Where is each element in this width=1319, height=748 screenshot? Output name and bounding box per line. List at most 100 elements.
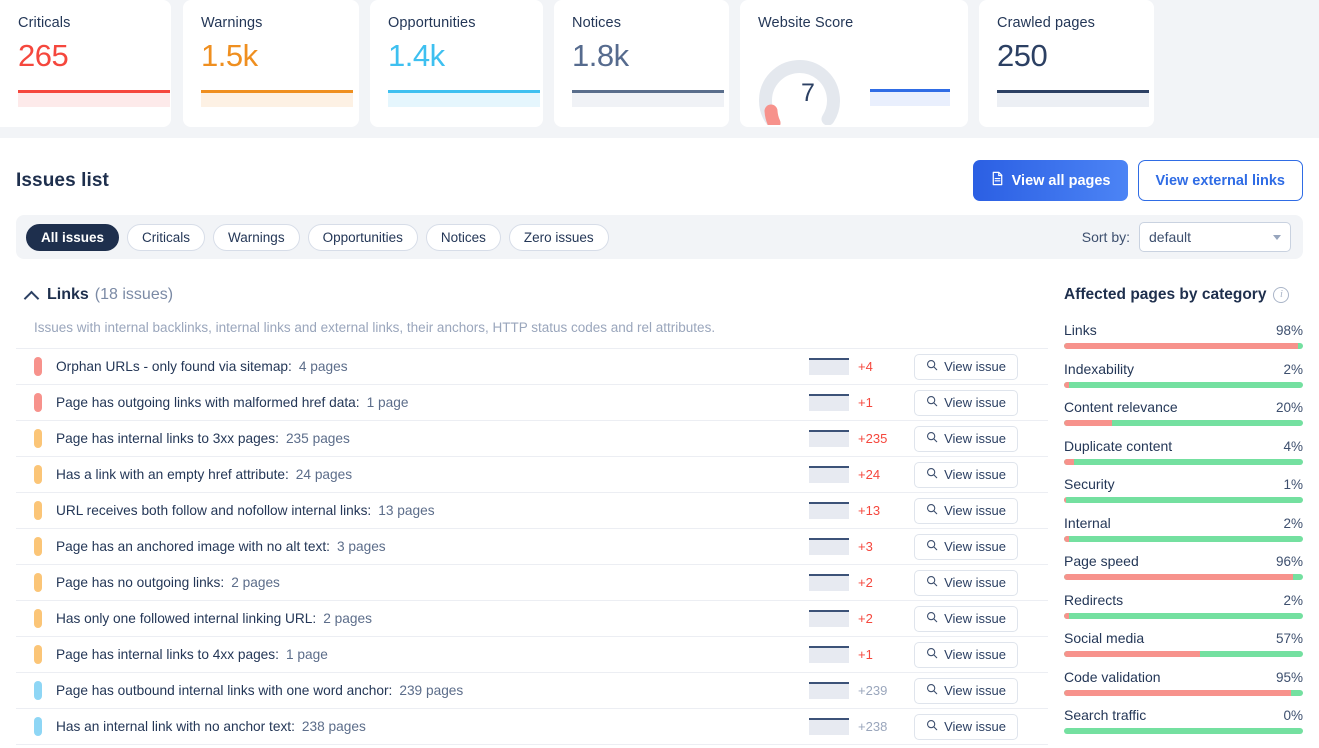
issue-label: Page has no outgoing links: xyxy=(56,575,225,590)
view-issue-button[interactable]: View issue xyxy=(914,425,1019,452)
table-row[interactable]: Has a link with an empty href attribute:… xyxy=(16,457,1049,493)
category-item: Content relevance 20% xyxy=(1064,399,1303,426)
view-issue-button[interactable]: View issue xyxy=(914,461,1019,488)
search-icon xyxy=(926,575,938,590)
severity-marker-warn xyxy=(34,609,42,628)
table-row[interactable]: URL receives both follow and nofollow in… xyxy=(16,493,1049,529)
search-icon xyxy=(926,611,938,626)
view-issue-label: View issue xyxy=(944,395,1006,410)
category-item: Internal 2% xyxy=(1064,515,1303,542)
view-external-links-button[interactable]: View external links xyxy=(1137,160,1303,201)
issue-page-count: 2 pages xyxy=(231,575,280,590)
category-item: Security 1% xyxy=(1064,476,1303,503)
table-row[interactable]: Page has internal links to 3xx pages: 235… xyxy=(16,421,1049,457)
category-percent: 98% xyxy=(1275,323,1303,338)
category-percent: 0% xyxy=(1283,708,1303,723)
metric-title: Crawled pages xyxy=(997,15,1096,31)
issue-sparkline xyxy=(809,610,850,627)
category-bar-fill xyxy=(1064,420,1112,426)
issue-label: Page has internal links to 4xx pages: xyxy=(56,647,279,662)
filter-pill-opportunities[interactable]: Opportunities xyxy=(307,223,418,251)
panel-header: Issues list View all pages View external… xyxy=(16,138,1303,215)
view-issue-button[interactable]: View issue xyxy=(914,353,1019,380)
view-issue-label: View issue xyxy=(944,359,1006,374)
view-issue-button[interactable]: View issue xyxy=(914,533,1019,560)
category-row: Links 98% xyxy=(1064,322,1303,338)
filter-pill-notices[interactable]: Notices xyxy=(425,223,501,251)
sparkline-criticals xyxy=(18,90,170,107)
issue-label: Has an internal link with no anchor text… xyxy=(56,719,295,734)
issue-label: Orphan URLs - only found via sitemap: xyxy=(56,359,292,374)
category-percent: 2% xyxy=(1283,515,1303,531)
sort-by-select[interactable]: default xyxy=(1139,222,1291,252)
view-issue-button[interactable]: View issue xyxy=(914,569,1019,596)
severity-marker-crit xyxy=(34,393,42,412)
view-all-pages-button[interactable]: View all pages xyxy=(972,160,1128,201)
table-row[interactable]: Page has internal links to 4xx pages: 1 p… xyxy=(16,637,1049,673)
issue-page-count: 239 pages xyxy=(399,683,464,698)
view-issue-button[interactable]: View issue xyxy=(914,713,1019,740)
metric-card-opportunities[interactable]: Opportunities 1.4k xyxy=(370,0,543,127)
view-issue-button[interactable]: View issue xyxy=(914,389,1019,416)
filter-pill-zero-issues[interactable]: Zero issues xyxy=(508,223,609,251)
table-row[interactable]: Page has an anchored image with no alt t… xyxy=(16,529,1049,565)
table-row[interactable]: Has only one followed internal linking U… xyxy=(16,601,1049,637)
sort-controls: Sort by: default xyxy=(1082,222,1291,252)
category-bar xyxy=(1064,689,1303,696)
severity-marker-crit xyxy=(34,357,42,376)
metric-card-crawled-pages[interactable]: Crawled pages 250 xyxy=(979,0,1154,127)
issue-page-count: 2 pages xyxy=(323,611,372,626)
view-issue-label: View issue xyxy=(944,467,1006,482)
view-issue-button[interactable]: View issue xyxy=(914,641,1019,668)
metric-value: 1.4k xyxy=(388,38,445,73)
category-bar xyxy=(1064,728,1303,734)
category-bar-fill xyxy=(1064,612,1069,619)
category-item: Page speed 96% xyxy=(1064,553,1303,580)
view-issue-button[interactable]: View issue xyxy=(914,605,1019,632)
section-header-links[interactable]: Links (18 issues) xyxy=(16,259,1048,304)
severity-marker-warn xyxy=(34,429,42,448)
category-bar-fill xyxy=(1064,574,1294,580)
view-issue-label: View issue xyxy=(944,575,1006,590)
table-row[interactable]: Has an internal link with no anchor text… xyxy=(16,709,1049,745)
issue-sparkline xyxy=(809,394,850,411)
category-percent: 96% xyxy=(1275,554,1303,569)
issue-sparkline xyxy=(809,646,850,663)
sparkline-website-score xyxy=(870,89,950,106)
view-issue-button[interactable]: View issue xyxy=(914,497,1019,524)
category-bar-fill xyxy=(1064,458,1074,465)
issue-page-count: 1 page xyxy=(285,647,328,662)
category-item: Social media 57% xyxy=(1064,630,1303,657)
filter-pill-all-issues[interactable]: All issues xyxy=(26,223,120,251)
view-issue-button[interactable]: View issue xyxy=(914,677,1019,704)
table-row[interactable]: Page has outgoing links with malformed h… xyxy=(16,385,1049,421)
filter-pill-criticals[interactable]: Criticals xyxy=(127,223,206,251)
category-bar-fill xyxy=(1064,343,1299,349)
category-row: Page speed 96% xyxy=(1064,553,1303,569)
search-icon xyxy=(926,503,938,518)
category-name: Page speed xyxy=(1064,553,1139,569)
metric-card-website-score[interactable]: Website Score 7 xyxy=(740,0,968,130)
category-bar xyxy=(1064,651,1303,657)
category-bar-fill xyxy=(1064,497,1067,503)
filter-pill-warnings[interactable]: Warnings xyxy=(213,223,300,251)
metric-card-criticals[interactable]: Criticals 265 xyxy=(0,0,171,127)
chevron-up-icon[interactable] xyxy=(25,289,38,302)
category-bar xyxy=(1064,458,1303,465)
table-row[interactable]: Page has outbound internal links with on… xyxy=(16,673,1049,709)
category-row: Duplicate content 4% xyxy=(1064,438,1303,454)
metric-card-warnings[interactable]: Warnings 1.5k xyxy=(183,0,359,127)
table-row[interactable]: Orphan URLs - only found via sitemap: 4 p… xyxy=(16,349,1049,385)
issue-label: Page has an anchored image with no alt t… xyxy=(56,539,330,554)
category-name: Redirects xyxy=(1064,591,1124,608)
sparkline-warnings xyxy=(201,90,353,107)
table-row[interactable]: Page has no outgoing links: 2 pages +2 View… xyxy=(16,565,1049,601)
metric-card-notices[interactable]: Notices 1.8k xyxy=(554,0,729,127)
category-item: Search traffic 0% xyxy=(1064,707,1303,734)
issues-panel: Issues list View all pages View external… xyxy=(0,138,1319,746)
categories-list: Links 98% Indexability 2% Content relevance 2… xyxy=(1064,304,1303,734)
sort-by-value: default xyxy=(1149,229,1192,245)
category-bar xyxy=(1064,612,1303,619)
info-icon[interactable]: i xyxy=(1273,287,1290,303)
search-icon xyxy=(926,359,938,374)
